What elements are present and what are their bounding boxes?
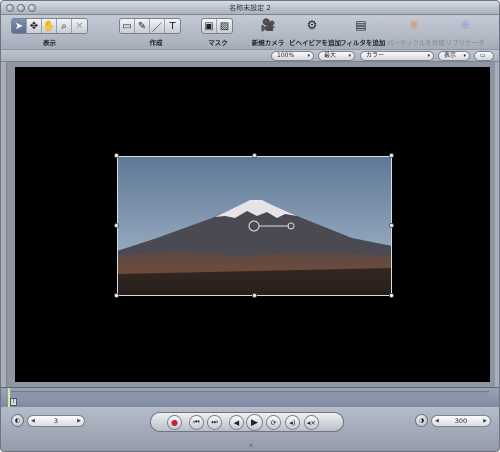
quality-value: 最大 <box>324 52 337 59</box>
rectangle-icon[interactable]: ▭ <box>120 19 135 33</box>
channels-popup[interactable]: カラー ▾ <box>360 51 434 61</box>
mountain-image-layer[interactable] <box>117 156 392 296</box>
particles-icon: ✺ <box>408 18 420 32</box>
minimize-button[interactable] <box>17 4 25 12</box>
create-group-label: 作成 <box>149 39 163 47</box>
transport-bar: ◐ ◀ 3 ▶ ● ⏮ ⏭ ◀ ▶ ⟳ ◂) ◂× ◑ ◀ 300 ▶ ≡ <box>1 407 499 451</box>
end-frame-dial-icon[interactable]: ◑ <box>415 414 428 427</box>
mask-group-label: マスク <box>208 39 228 47</box>
decrement-icon[interactable]: ◀ <box>31 416 35 426</box>
go-to-start-button[interactable]: ⏮ <box>189 415 204 430</box>
adjust-icon[interactable]: ✥ <box>27 19 42 33</box>
bezier-icon[interactable]: ✎ <box>135 19 150 33</box>
audio-button[interactable]: ◂) <box>285 415 300 430</box>
chevron-down-icon: ▾ <box>348 53 351 59</box>
view-group-label: 表示 <box>43 39 56 47</box>
record-button[interactable]: ● <box>167 415 182 430</box>
camera-icon: 🎥 <box>260 18 276 32</box>
mini-timeline[interactable]: I <box>1 387 499 408</box>
timeline-track[interactable] <box>11 391 489 396</box>
resize-handle-right[interactable] <box>389 223 394 228</box>
layout-popup[interactable]: ▭ <box>474 51 494 61</box>
resize-handle-left[interactable] <box>114 223 119 228</box>
select-arrow-icon[interactable]: ➤ <box>12 19 27 33</box>
title-bar: 名称未設定 2 <box>1 1 499 15</box>
chevron-down-icon: ▾ <box>463 53 466 59</box>
mute-button[interactable]: ◂× <box>304 415 319 430</box>
increment-icon[interactable]: ▶ <box>483 416 487 426</box>
channels-value: カラー <box>366 52 385 59</box>
resize-handle-bottom-left[interactable] <box>114 293 119 298</box>
add-filter-button[interactable]: ▤ フィルタを追加 <box>340 17 386 47</box>
in-point-marker[interactable]: I <box>10 398 17 406</box>
new-camera-label: 新規カメラ <box>251 39 285 47</box>
view-popup[interactable]: 表示 ▾ <box>438 51 470 61</box>
play-button[interactable]: ▶ <box>246 414 263 431</box>
go-to-end-button[interactable]: ⏭ <box>207 415 222 430</box>
rect-mask-icon[interactable]: ▣ <box>202 19 217 33</box>
transport-controls: ● ⏮ ⏭ ◀ ▶ ⟳ ◂) ◂× <box>150 412 344 432</box>
end-frame-field[interactable]: ◀ 300 ▶ <box>431 415 491 427</box>
toolbar: ➤ ✥ ✋ ⌕ ✕ 表示 ▭ ✎ ／ T 作成 ▣ ▨ マスク 🎥 新規カメラ … <box>1 15 499 49</box>
resize-handle-top-right[interactable] <box>389 153 394 158</box>
canvas-options-bar: 100% ▾ 最大 ▾ カラー ▾ 表示 ▾ ▭ <box>1 49 499 62</box>
layout-icon: ▭ <box>480 52 486 59</box>
hand-icon[interactable]: ✋ <box>42 19 57 33</box>
bezier-mask-icon[interactable]: ▨ <box>217 19 232 33</box>
zoom-value: 100% <box>277 52 295 59</box>
motion-window: 名称未設定 2 ➤ ✥ ✋ ⌕ ✕ 表示 ▭ ✎ ／ T 作成 ▣ ▨ マスク … <box>0 0 500 452</box>
zoom-button[interactable] <box>28 4 36 12</box>
mount-fuji-image <box>117 156 392 296</box>
replicator-icon: ❋ <box>459 18 471 32</box>
3d-transform-icon[interactable]: ✕ <box>72 19 87 33</box>
chevron-down-icon: ▾ <box>427 53 430 59</box>
replicate-label: リプリケータ <box>445 39 485 47</box>
add-filter-label: フィルタを追加 <box>340 39 386 47</box>
chevron-down-icon: ▾ <box>307 53 310 59</box>
add-behavior-label: ビヘイビアを追加 <box>289 39 341 47</box>
window-title: 名称未設定 2 <box>229 4 271 12</box>
current-frame-field[interactable]: ◀ 3 ▶ <box>27 415 85 427</box>
replicate-button[interactable]: ❋ リプリケータ <box>445 17 485 47</box>
text-icon[interactable]: T <box>165 19 180 33</box>
resize-handle-bottom[interactable] <box>252 293 257 298</box>
add-behavior-button[interactable]: ⚙ ビヘイビアを追加 <box>289 17 341 47</box>
view-tools-group: ➤ ✥ ✋ ⌕ ✕ <box>11 18 88 34</box>
increment-icon[interactable]: ▶ <box>77 416 81 426</box>
new-camera-button[interactable]: 🎥 新規カメラ <box>250 17 286 47</box>
gear-icon: ⚙ <box>306 18 318 32</box>
make-particles-label: パーティクルを作成 <box>387 39 445 47</box>
end-frame-value: 300 <box>454 417 468 425</box>
pen-icon[interactable]: ／ <box>150 19 165 34</box>
close-button[interactable] <box>6 4 14 12</box>
resize-handle-top-left[interactable] <box>114 153 119 158</box>
magnifier-icon[interactable]: ⌕ <box>57 19 72 33</box>
resize-grip[interactable]: ≡ <box>244 444 258 449</box>
mask-tools-group: ▣ ▨ <box>201 18 233 34</box>
zoom-popup[interactable]: 100% ▾ <box>271 51 314 61</box>
create-tools-group: ▭ ✎ ／ T <box>119 18 181 34</box>
make-particles-button[interactable]: ✺ パーティクルを作成 <box>387 17 445 47</box>
resize-handle-bottom-right[interactable] <box>389 293 394 298</box>
step-back-button[interactable]: ◀ <box>229 415 244 430</box>
frame-dial-icon[interactable]: ◐ <box>11 414 24 427</box>
view-value: 表示 <box>444 52 457 59</box>
decrement-icon[interactable]: ◀ <box>435 416 439 426</box>
quality-popup[interactable]: 最大 ▾ <box>318 51 355 61</box>
current-frame-value: 3 <box>53 417 59 425</box>
resize-handle-top[interactable] <box>252 153 257 158</box>
loop-button[interactable]: ⟳ <box>266 415 281 430</box>
filter-icon: ▤ <box>355 18 367 32</box>
